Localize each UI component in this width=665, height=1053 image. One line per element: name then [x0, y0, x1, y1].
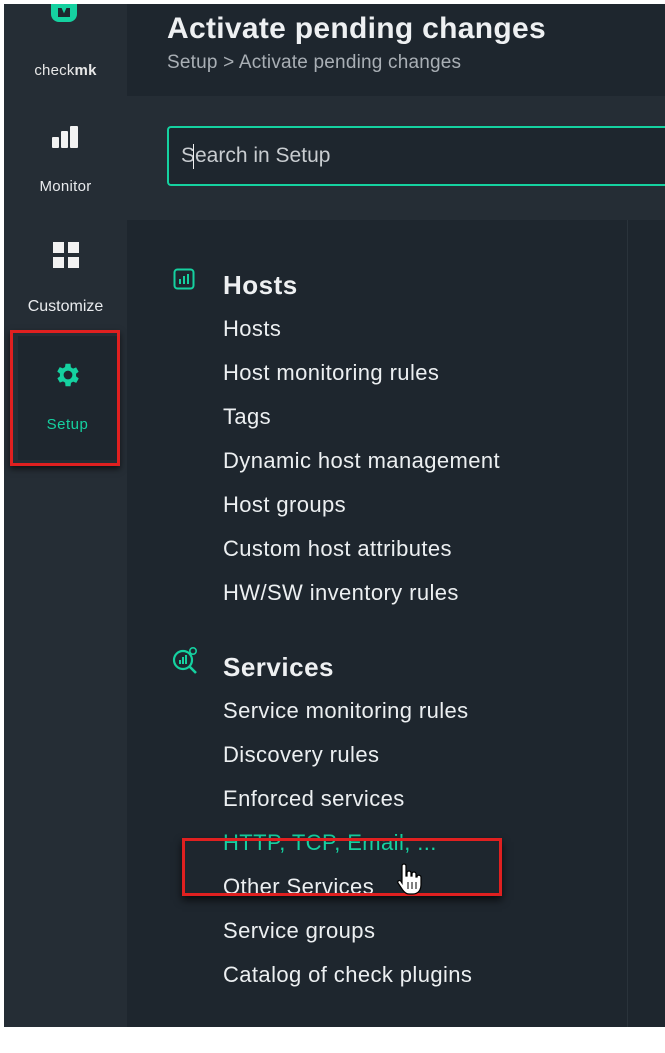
setup-menu: Hosts Hosts Host monitoring rules Tags D…: [127, 220, 665, 1027]
section-title-hosts: Hosts: [223, 270, 298, 300]
nav-customize[interactable]: Customize: [4, 232, 127, 324]
brand[interactable]: checkmk: [4, 4, 127, 96]
search-field[interactable]: [167, 126, 665, 186]
sidebar-nav: checkmk Monitor Customize: [4, 4, 127, 1027]
menu-item-discovery-rules[interactable]: Discovery rules: [223, 742, 623, 786]
setup-highlight-box: [10, 330, 120, 466]
menu-item-tags[interactable]: Tags: [223, 404, 623, 448]
menu-item-hosts[interactable]: Hosts: [223, 316, 623, 360]
menu-item-enforced-services[interactable]: Enforced services: [223, 786, 623, 830]
grid-icon: [52, 242, 79, 268]
service-search-icon: [172, 646, 197, 674]
brand-name: checkmk: [34, 62, 97, 79]
menu-item-dynamic-host-management[interactable]: Dynamic host management: [223, 448, 623, 492]
search-input[interactable]: [179, 128, 665, 184]
text-caret: [193, 144, 194, 169]
checkmk-logo: [51, 4, 77, 22]
section-title-services: Services: [223, 652, 334, 682]
page-bottom-margin: [0, 1027, 665, 1053]
menu-item-host-groups[interactable]: Host groups: [223, 492, 623, 536]
menu-item-service-groups[interactable]: Service groups: [223, 918, 623, 962]
nav-monitor[interactable]: Monitor: [4, 118, 127, 210]
bar-chart-icon: [51, 126, 80, 148]
nav-monitor-label: Monitor: [39, 178, 92, 195]
hand-pointer-icon: [396, 862, 422, 896]
http-highlight-box: [182, 838, 502, 896]
menu-item-host-monitoring-rules[interactable]: Host monitoring rules: [223, 360, 623, 404]
search-bar: [127, 96, 665, 220]
menu-item-custom-host-attributes[interactable]: Custom host attributes: [223, 536, 623, 580]
page-title: Activate pending changes: [167, 12, 546, 45]
menu-item-service-monitoring-rules[interactable]: Service monitoring rules: [223, 698, 623, 742]
breadcrumb[interactable]: Setup > Activate pending changes: [167, 52, 461, 74]
menu-item-catalog-of-check-plugins[interactable]: Catalog of check plugins: [223, 962, 623, 1006]
menu-item-hw-sw-inventory-rules[interactable]: HW/SW inventory rules: [223, 580, 623, 624]
column-divider: [627, 220, 628, 1027]
host-icon: [173, 268, 195, 290]
page-header: Activate pending changes Setup > Activat…: [127, 4, 665, 94]
nav-customize-label: Customize: [27, 298, 104, 315]
